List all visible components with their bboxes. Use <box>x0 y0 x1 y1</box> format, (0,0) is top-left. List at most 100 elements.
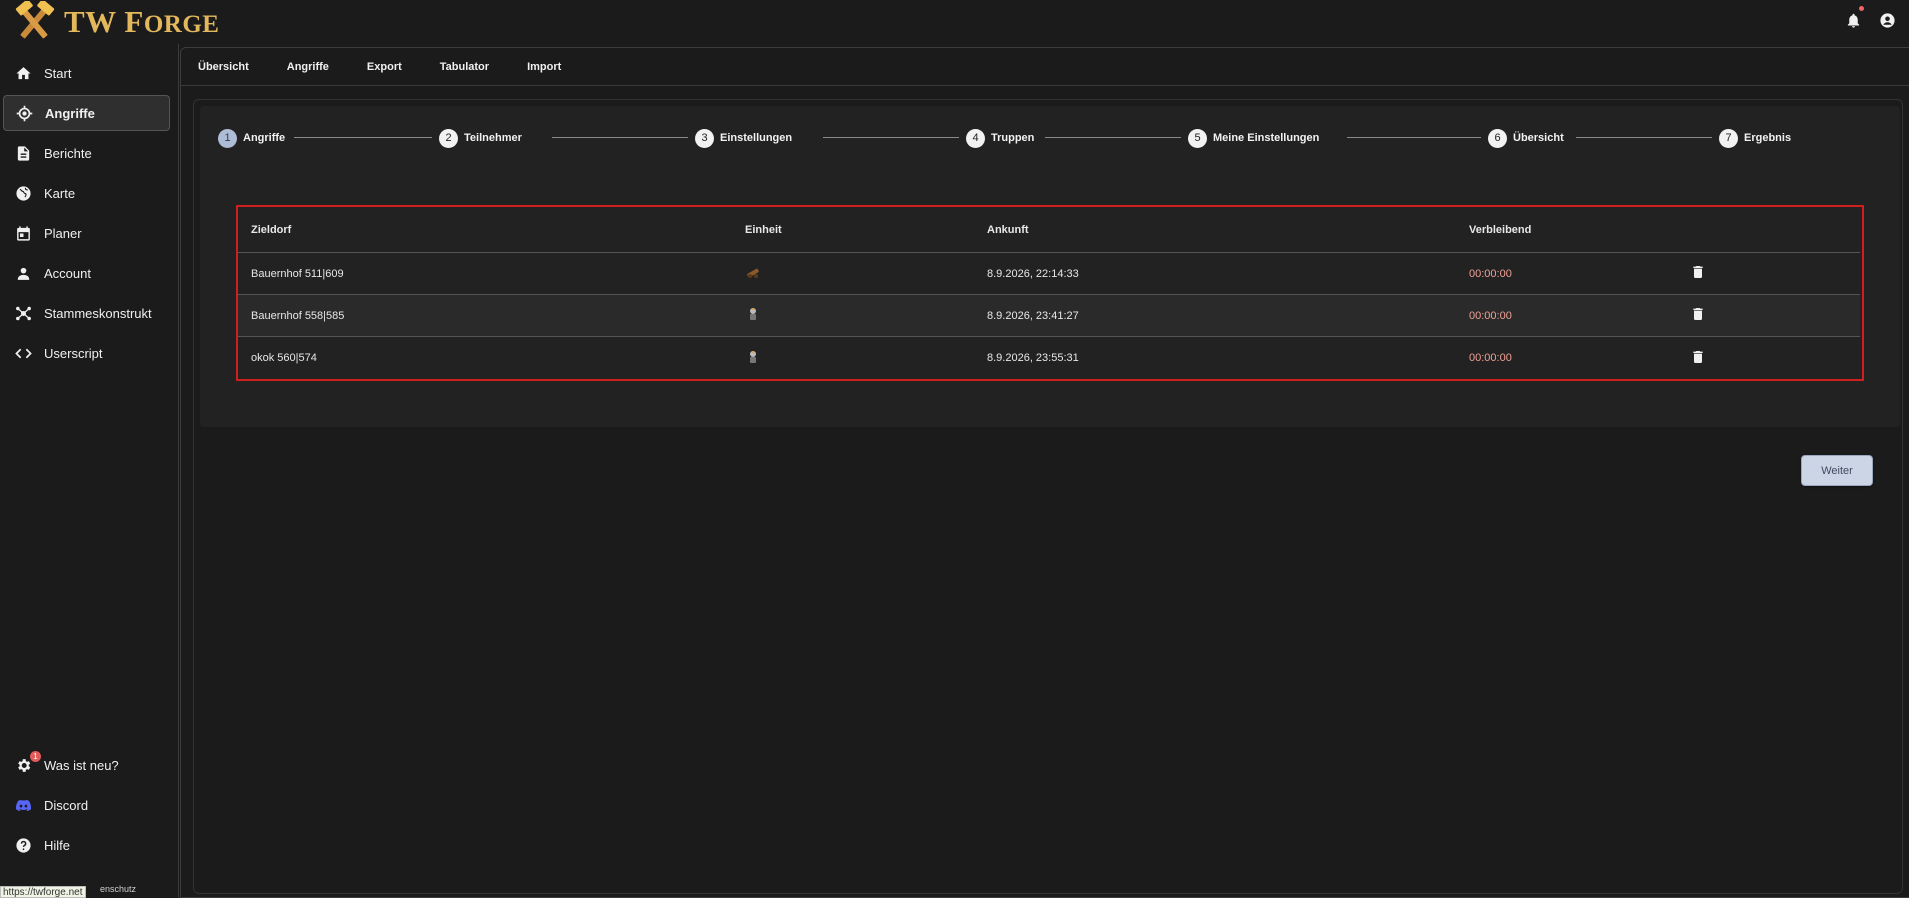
sidebar-item-label: Stammeskonstrukt <box>44 305 152 321</box>
step-uebersicht[interactable]: 6 Übersicht <box>1488 126 1564 150</box>
sidebar: Start Angriffe Berichte Karte Planer Acc… <box>0 44 176 898</box>
sidebar-item-label: Karte <box>44 185 76 201</box>
trash-icon <box>1693 350 1703 363</box>
sidebar-item-label: Hilfe <box>44 837 71 853</box>
noble-unit-icon <box>745 349 761 368</box>
sidebar-item-stammeskonstrukt[interactable]: Stammeskonstrukt <box>3 295 170 331</box>
step-einstellungen[interactable]: 3 Einstellungen <box>695 126 792 150</box>
main-panel: Übersicht Angriffe Export Tabulator Impo… <box>180 47 1909 898</box>
sidebar-item-label: Berichte <box>44 145 92 161</box>
help-icon <box>16 837 31 853</box>
stepper-connector <box>1576 137 1712 138</box>
sidebar-item-label: Was ist neu? <box>44 757 119 773</box>
code-icon <box>15 348 32 358</box>
sidebar-item-label: Planer <box>44 225 82 241</box>
sidebar-item-discord[interactable]: Discord <box>3 787 170 823</box>
sidebar-item-account[interactable]: Account <box>3 255 170 291</box>
network-icon <box>16 306 31 320</box>
wizard-stepper: 1 Angriffe 2 Teilnehmer 3 Einstellungen … <box>218 126 1870 150</box>
column-header-verbleibend: Verbleibend <box>1469 223 1532 236</box>
user-icon <box>17 267 30 280</box>
delete-row-button[interactable] <box>1690 349 1706 368</box>
sidebar-item-hilfe[interactable]: Hilfe <box>3 827 170 863</box>
trash-icon <box>1693 266 1703 278</box>
sidebar-item-start[interactable]: Start <box>3 55 170 91</box>
tab-export[interactable]: Export <box>367 61 402 73</box>
tab-angriffe[interactable]: Angriffe <box>287 61 329 73</box>
sidebar-item-label: Discord <box>44 797 89 813</box>
arrival-time: 8.9.2026, 23:41:27 <box>987 309 1079 322</box>
sidebar-item-angriffe[interactable]: Angriffe <box>3 95 170 131</box>
sidebar-item-userscript[interactable]: Userscript <box>3 335 170 371</box>
sidebar-item-label: Start <box>44 65 72 81</box>
target-icon <box>16 105 33 121</box>
step-number: 5 <box>1188 128 1207 148</box>
table-row: okok 560|574 8.9.2026, 23:55:31 00:00:00 <box>238 337 1860 379</box>
noble-unit-icon <box>745 306 761 325</box>
delete-row-button[interactable] <box>1690 306 1706 325</box>
stepper-connector <box>1347 137 1481 138</box>
globe-icon <box>16 185 31 201</box>
sidebar-item-was-ist-neu[interactable]: 1 Was ist neu? <box>3 747 170 783</box>
notification-bell-icon[interactable] <box>1843 6 1864 30</box>
hammer-logo-icon <box>15 1 55 39</box>
tab-tabulator[interactable]: Tabulator <box>440 61 489 73</box>
document-icon <box>17 145 30 161</box>
home-icon <box>16 66 31 79</box>
step-label: Einstellungen <box>720 132 793 144</box>
new-badge: 1 <box>30 751 41 762</box>
notification-dot <box>1859 6 1864 11</box>
sidebar-item-planer[interactable]: Planer <box>3 215 170 251</box>
step-number: 1 <box>218 128 237 148</box>
step-number: 7 <box>1719 128 1738 148</box>
arrival-time: 8.9.2026, 22:14:33 <box>987 267 1079 280</box>
step-label: Übersicht <box>1513 132 1564 144</box>
logo[interactable]: TW FORGE <box>12 0 219 44</box>
target-village: Bauernhof 511|609 <box>251 267 344 280</box>
step-teilnehmer[interactable]: 2 Teilnehmer <box>439 126 522 150</box>
tab-import[interactable]: Import <box>527 61 561 73</box>
remaining-time: 00:00:00 <box>1469 309 1512 322</box>
trash-icon <box>1693 308 1703 320</box>
sidebar-divider <box>178 44 179 898</box>
delete-row-button[interactable] <box>1690 264 1706 283</box>
top-bar: TW FORGE <box>0 0 1909 44</box>
step-number: 3 <box>695 128 714 148</box>
remaining-time: 00:00:00 <box>1469 267 1512 280</box>
step-number: 4 <box>966 128 985 148</box>
arrival-time: 8.9.2026, 23:55:31 <box>987 352 1079 364</box>
target-village: Bauernhof 558|585 <box>251 309 345 322</box>
step-label: Teilnehmer <box>464 132 522 144</box>
sidebar-item-label: Userscript <box>44 345 103 361</box>
calendar-icon <box>17 225 30 241</box>
step-label: Meine Einstellungen <box>1213 132 1320 144</box>
stepper-connector <box>552 137 688 138</box>
table-header-row: Zieldorf Einheit Ankunft Verbleibend <box>238 207 1860 253</box>
step-label: Truppen <box>991 132 1035 144</box>
step-meine-einstellungen[interactable]: 5 Meine Einstellungen <box>1188 126 1319 150</box>
sidebar-item-label: Angriffe <box>45 105 95 121</box>
privacy-link[interactable]: enschutz <box>100 884 136 894</box>
app-root: TW FORGE Start Angriffe Berichte Karte P… <box>0 0 1909 898</box>
remaining-time: 00:00:00 <box>1469 352 1512 364</box>
tab-uebersicht[interactable]: Übersicht <box>198 61 249 73</box>
step-ergebnis[interactable]: 7 Ergebnis <box>1719 126 1791 150</box>
table-row: Bauernhof 558|585 8.9.2026, 23:41:27 00:… <box>238 295 1860 337</box>
next-button[interactable]: Weiter <box>1801 455 1873 486</box>
attacks-table: Zieldorf Einheit Ankunft Verbleibend Bau… <box>236 205 1864 381</box>
sidebar-item-berichte[interactable]: Berichte <box>3 135 170 171</box>
gear-icon <box>18 758 31 772</box>
account-circle-icon[interactable] <box>1877 10 1897 30</box>
step-number: 6 <box>1488 128 1507 148</box>
wizard-card: 1 Angriffe 2 Teilnehmer 3 Einstellungen … <box>200 106 1900 427</box>
status-bar-url: https://twforge.net <box>0 886 86 898</box>
discord-icon <box>15 799 32 811</box>
ram-unit-icon <box>745 264 761 283</box>
sidebar-item-karte[interactable]: Karte <box>3 175 170 211</box>
step-angriffe[interactable]: 1 Angriffe <box>218 126 285 150</box>
table-row: Bauernhof 511|609 8.9.2026, 22:14:33 00:… <box>238 253 1860 295</box>
step-truppen[interactable]: 4 Truppen <box>966 126 1034 150</box>
column-header-einheit: Einheit <box>745 223 782 236</box>
column-header-ankunft: Ankunft <box>987 223 1029 236</box>
column-header-zieldorf: Zieldorf <box>251 223 292 236</box>
